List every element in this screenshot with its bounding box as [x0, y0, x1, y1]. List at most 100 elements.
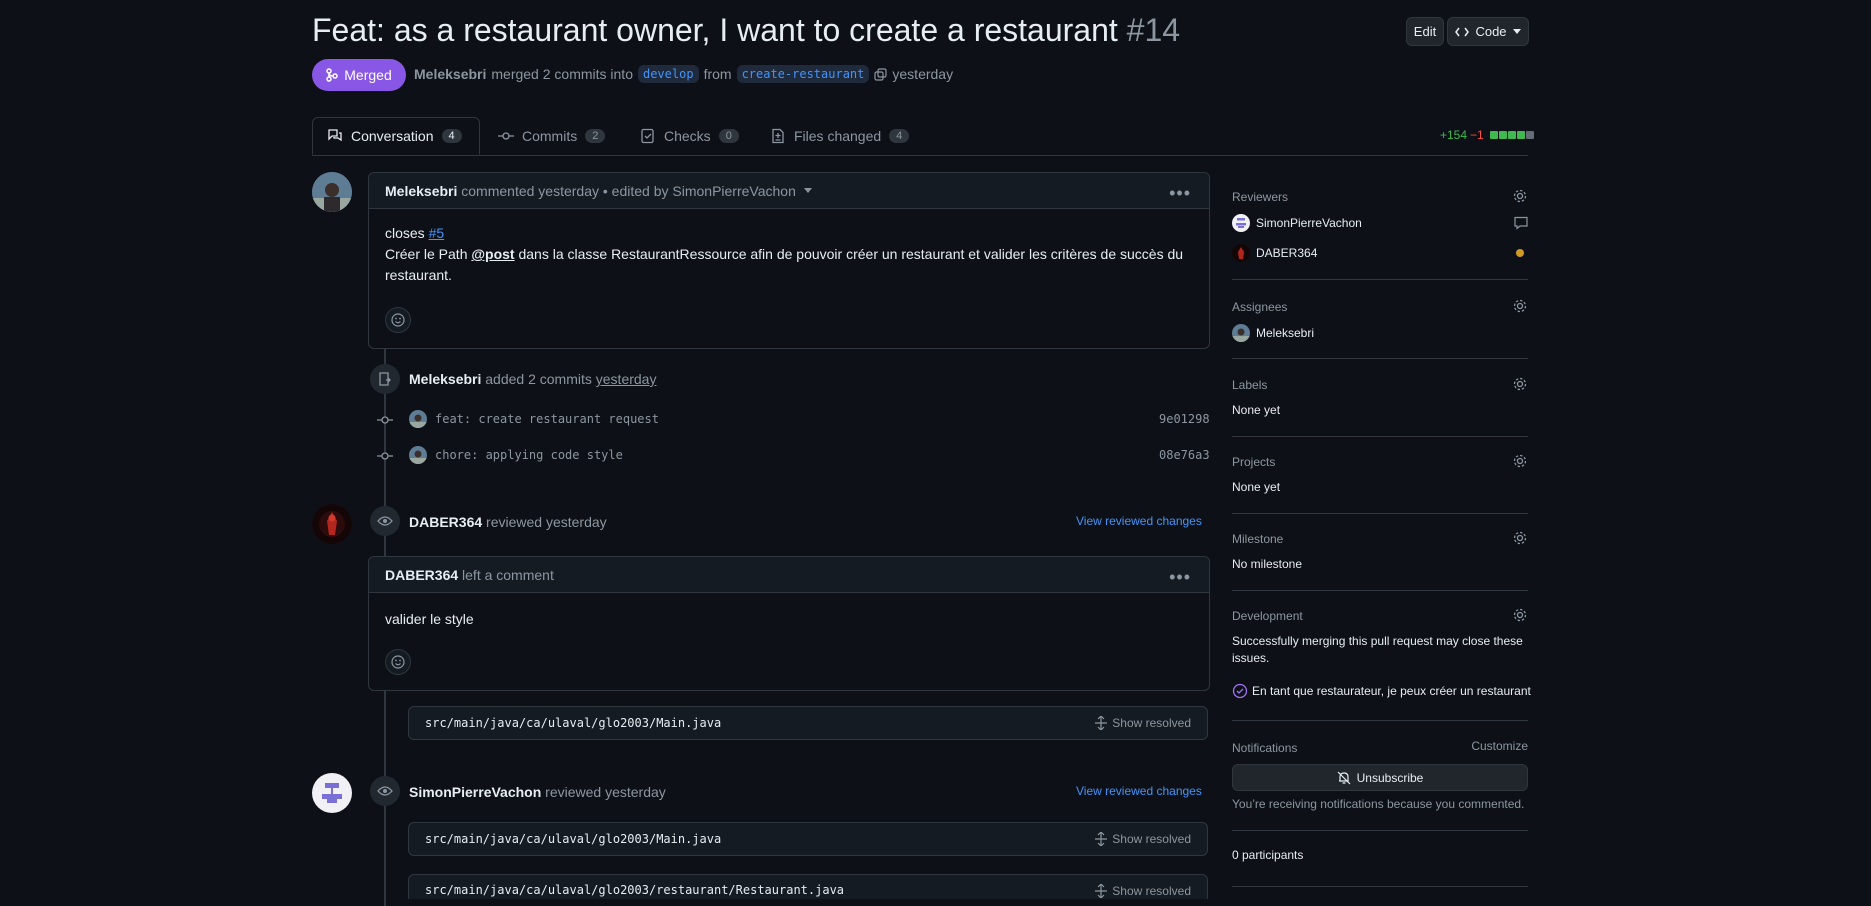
review-text: reviewed yesterday — [486, 514, 607, 530]
diffstat-square — [1507, 131, 1516, 139]
tab-label: Commits — [522, 128, 578, 144]
reviewer-row[interactable]: DABER364 — [1232, 244, 1528, 262]
review-thread-file[interactable]: src/main/java/ca/ulaval/glo2003/restaura… — [408, 874, 1208, 899]
diffstat-bar — [1489, 131, 1534, 139]
review-thread-file[interactable]: src/main/java/ca/ulaval/glo2003/Main.jav… — [408, 822, 1208, 856]
commit-sha[interactable]: 9e01298 — [1159, 412, 1210, 426]
review-author[interactable]: DABER364 — [409, 514, 482, 530]
merge-summary: Meleksebri merged 2 commits into develop… — [414, 65, 953, 83]
sidebar-divider — [1232, 513, 1528, 514]
labels-label: Labels — [1232, 378, 1268, 392]
customize-link[interactable]: Customize — [1471, 739, 1528, 753]
unsubscribe-button[interactable]: Unsubscribe — [1232, 764, 1528, 791]
commit-sha[interactable]: 08e76a3 — [1159, 448, 1210, 462]
tab-label: Files changed — [794, 128, 882, 144]
show-resolved-button[interactable]: Show resolved — [1095, 832, 1191, 846]
tab-checks[interactable]: Checks 0 — [640, 117, 739, 155]
tab-counter: 2 — [585, 129, 606, 143]
edit-button[interactable]: Edit — [1406, 17, 1444, 46]
comment-author[interactable]: Meleksebri — [385, 183, 457, 199]
add-reaction-button[interactable] — [385, 649, 411, 675]
comment-body: valider le style — [385, 611, 474, 627]
tab-commits[interactable]: Commits 2 — [498, 117, 606, 155]
notifications-header: Notifications Customize — [1232, 739, 1528, 757]
diff-deletions: −1 — [1470, 128, 1484, 142]
comment-author[interactable]: DABER364 — [385, 567, 458, 583]
tab-counter: 4 — [889, 129, 910, 143]
copy-icon[interactable] — [874, 67, 887, 81]
reviewers-label: Reviewers — [1232, 190, 1289, 204]
code-button[interactable]: Code — [1447, 17, 1529, 46]
pr-title-text: Feat: as a restaurant owner, I want to c… — [312, 12, 1118, 48]
file-diff-icon — [770, 128, 786, 144]
show-resolved-button[interactable]: Show resolved — [1095, 884, 1191, 898]
sidebar-divider — [1232, 436, 1528, 437]
pr-author-link[interactable]: Meleksebri — [414, 66, 486, 82]
show-resolved-button[interactable]: Show resolved — [1095, 716, 1191, 730]
add-reaction-button[interactable] — [385, 307, 411, 333]
labels-header: Labels — [1232, 376, 1528, 396]
avatar[interactable] — [312, 172, 352, 212]
view-reviewed-changes-link[interactable]: View reviewed changes — [1076, 514, 1202, 528]
assignees-header: Assignees — [1232, 298, 1528, 318]
review-event: DABER364 reviewed yesterday — [409, 514, 607, 530]
avatar[interactable] — [312, 504, 352, 544]
tab-conversation[interactable]: Conversation 4 — [312, 117, 480, 155]
tab-label: Checks — [664, 128, 711, 144]
tab-files-changed[interactable]: Files changed 4 — [770, 117, 910, 155]
projects-value: None yet — [1232, 480, 1281, 494]
base-branch[interactable]: develop — [637, 65, 699, 83]
comment-header: Meleksebri commented yesterday • edited … — [369, 173, 1209, 209]
body-text: dans la classe RestaurantRessource afin … — [518, 246, 1184, 262]
avatar[interactable] — [312, 773, 352, 813]
linked-issue-title: En tant que restaurateur, je peux créer … — [1252, 684, 1531, 698]
issue-link[interactable]: #5 — [429, 225, 445, 241]
merge-text: merged 2 commits into — [491, 66, 633, 82]
mention-link[interactable]: @post — [471, 246, 514, 262]
gear-icon[interactable] — [1512, 188, 1528, 204]
avatar[interactable] — [409, 446, 427, 464]
review-thread-file[interactable]: src/main/java/ca/ulaval/glo2003/Main.jav… — [408, 706, 1208, 740]
body-text: restaurant. — [385, 267, 452, 283]
code-button-label: Code — [1475, 24, 1507, 39]
event-time[interactable]: yesterday — [596, 371, 657, 387]
gear-icon[interactable] — [1512, 530, 1528, 546]
head-branch[interactable]: create-restaurant — [736, 65, 870, 83]
smiley-icon — [391, 655, 405, 669]
commit-message[interactable]: feat: create restaurant request — [435, 412, 659, 426]
review-event-icon — [370, 506, 400, 536]
commit-message[interactable]: chore: applying code style — [435, 448, 623, 462]
sidebar-divider — [1232, 886, 1528, 887]
notifications-label: Notifications — [1232, 741, 1298, 755]
merged-state-label: Merged — [344, 67, 392, 83]
file-path: src/main/java/ca/ulaval/glo2003/restaura… — [425, 883, 845, 897]
event-author[interactable]: Meleksebri — [409, 371, 481, 387]
gear-icon[interactable] — [1512, 607, 1528, 623]
review-author[interactable]: SimonPierreVachon — [409, 784, 541, 800]
gear-icon[interactable] — [1512, 453, 1528, 469]
gear-icon[interactable] — [1512, 376, 1528, 392]
tab-counter: 4 — [441, 129, 462, 143]
review-text: reviewed yesterday — [545, 784, 666, 800]
closes-text: closes — [385, 225, 425, 241]
kebab-icon[interactable]: ••• — [1169, 567, 1191, 588]
pr-number: #14 — [1126, 12, 1181, 48]
avatar[interactable] — [409, 410, 427, 428]
kebab-icon[interactable]: ••• — [1169, 183, 1191, 204]
reviewer-row[interactable]: SimonPierreVachon — [1232, 214, 1528, 232]
eye-icon — [377, 785, 393, 797]
gear-icon[interactable] — [1512, 298, 1528, 314]
assignee-row[interactable]: Meleksebri — [1232, 324, 1314, 342]
projects-header: Projects — [1232, 453, 1528, 473]
edit-history-caret-icon[interactable] — [803, 188, 812, 193]
unfold-icon — [1095, 716, 1108, 730]
view-reviewed-changes-link[interactable]: View reviewed changes — [1076, 784, 1202, 798]
linked-issue[interactable]: En tant que restaurateur, je peux créer … — [1232, 683, 1531, 699]
bell-slash-icon — [1337, 771, 1351, 785]
comment-box: Meleksebri commented yesterday • edited … — [368, 172, 1210, 349]
labels-value: None yet — [1232, 403, 1281, 417]
from-text: from — [703, 66, 732, 82]
milestone-label: Milestone — [1232, 532, 1284, 546]
avatar — [1232, 324, 1250, 342]
milestone-header: Milestone — [1232, 530, 1528, 550]
